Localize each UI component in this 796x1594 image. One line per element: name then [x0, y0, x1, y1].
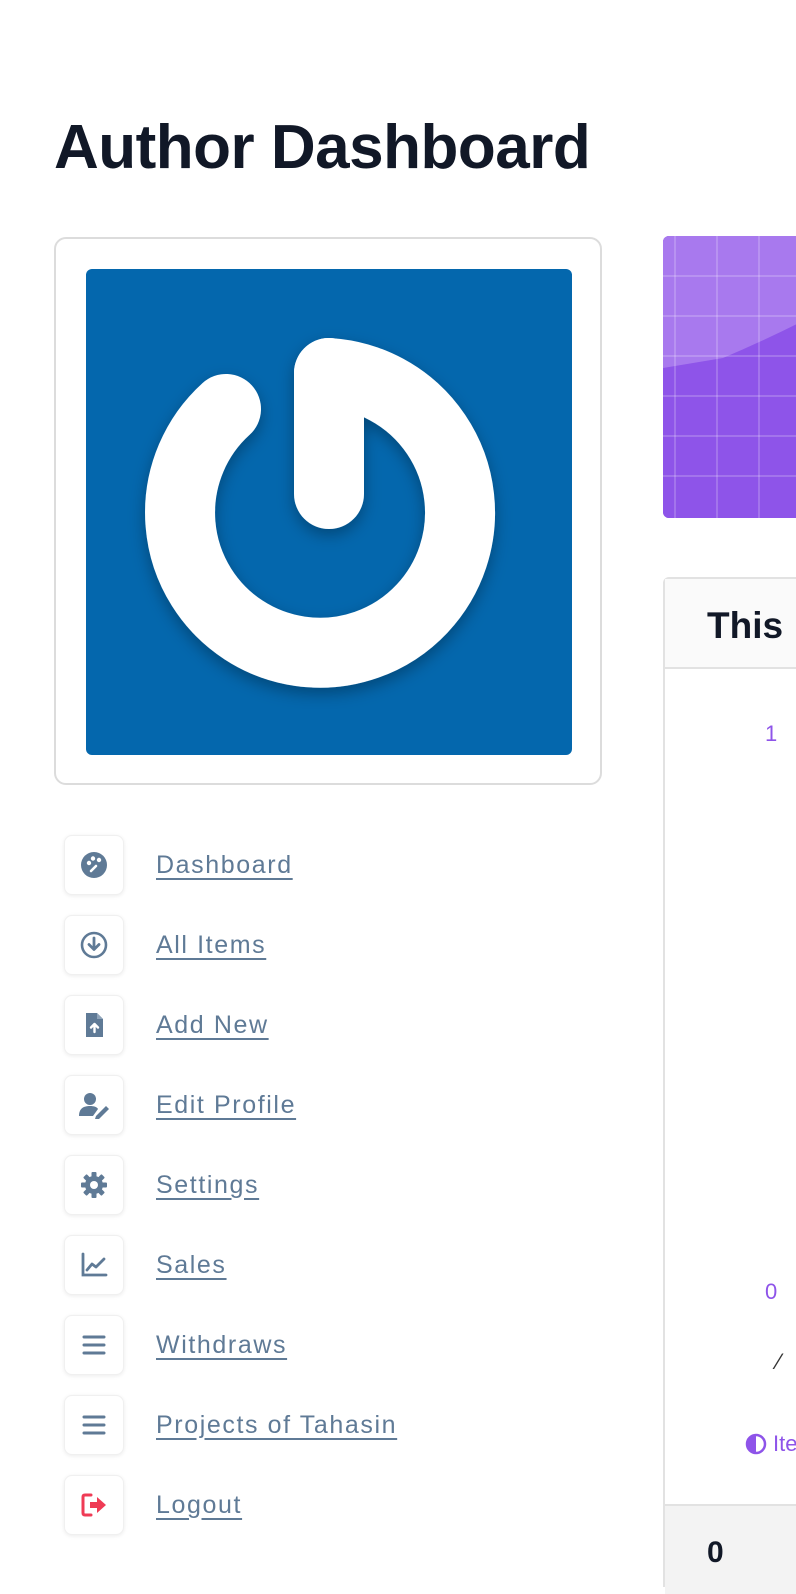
nav-item-add-new[interactable]: Add New [64, 995, 584, 1055]
page-title: Author Dashboard [54, 113, 591, 182]
bars-icon [64, 1395, 124, 1455]
chart-card: This 1 0 ⁄ Ite 0 [663, 577, 796, 1594]
bars-icon [64, 1315, 124, 1375]
avatar [86, 269, 572, 755]
gear-icon [64, 1155, 124, 1215]
nav-label-edit-profile: Edit Profile [156, 1090, 297, 1119]
gravatar-logo-icon [145, 338, 495, 688]
x-tick-label-partial: ⁄ [777, 1349, 781, 1374]
nav-label-dashboard: Dashboard [156, 850, 293, 879]
half-circle-icon [745, 1433, 767, 1455]
legend-label: Ite [773, 1431, 796, 1456]
circle-download-icon [64, 915, 124, 975]
nav-item-logout[interactable]: Logout [64, 1475, 584, 1535]
chart-header: This [665, 579, 796, 669]
nav-item-dashboard[interactable]: Dashboard [64, 835, 584, 895]
chart-footer: 0 [665, 1504, 796, 1594]
nav-label-projects: Projects of Tahasin [156, 1410, 398, 1439]
nav-item-withdraws[interactable]: Withdraws [64, 1315, 584, 1375]
nav-label-settings: Settings [156, 1170, 260, 1199]
file-upload-icon [64, 995, 124, 1055]
nav-item-settings[interactable]: Settings [64, 1155, 584, 1215]
footer-stat-value: 0 [707, 1536, 724, 1569]
promo-card-background [663, 236, 796, 518]
nav-label-logout: Logout [156, 1490, 243, 1519]
nav-item-projects[interactable]: Projects of Tahasin [64, 1395, 584, 1455]
palette-icon [64, 835, 124, 895]
sign-out-icon [64, 1475, 124, 1535]
nav-label-withdraws: Withdraws [156, 1330, 288, 1359]
nav-label-add-new: Add New [156, 1010, 269, 1039]
chart-legend[interactable]: Ite [745, 1431, 796, 1457]
nav-label-all-items: All Items [156, 930, 267, 959]
chart-title: This [707, 605, 784, 646]
line-chart-icon [64, 1235, 124, 1295]
nav-item-edit-profile[interactable]: Edit Profile [64, 1075, 584, 1135]
nav-item-sales[interactable]: Sales [64, 1235, 584, 1295]
avatar-card [54, 237, 602, 785]
user-edit-icon [64, 1075, 124, 1135]
nav-item-all-items[interactable]: All Items [64, 915, 584, 975]
nav-label-sales: Sales [156, 1250, 227, 1279]
stats-promo-card [663, 236, 796, 518]
y-tick-label: 1 [765, 721, 778, 746]
y-tick-label: 0 [765, 1279, 778, 1304]
